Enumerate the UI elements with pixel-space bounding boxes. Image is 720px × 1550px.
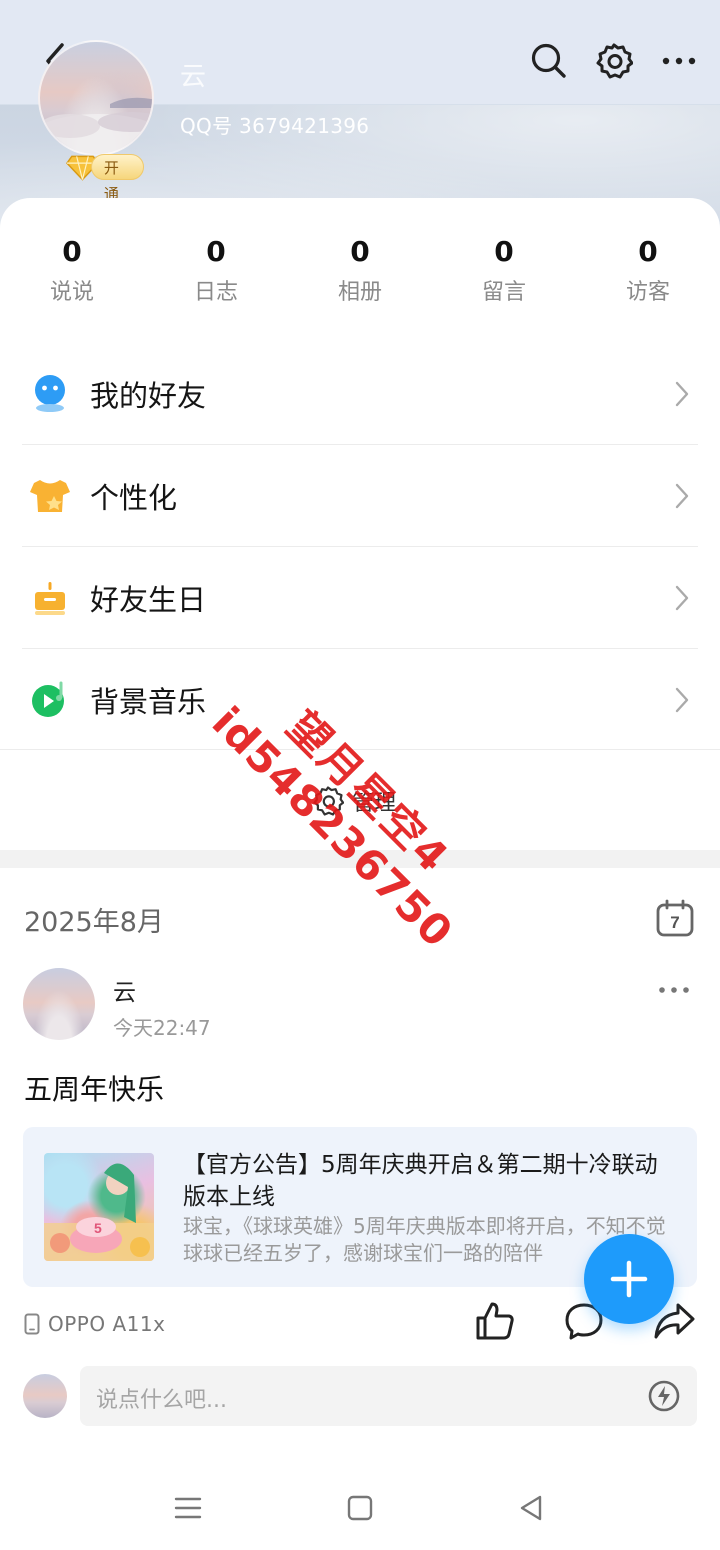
thumbs-up-icon bbox=[476, 1302, 514, 1340]
stat-label: 访客 bbox=[625, 280, 670, 305]
qq-number: QQ号 3679421396 bbox=[180, 114, 370, 138]
post-more-button[interactable] bbox=[650, 975, 698, 1005]
game-art-image: 5 bbox=[44, 1163, 154, 1261]
svg-text:5: 5 bbox=[94, 1220, 102, 1236]
stat-shuoshuo[interactable]: 0 说说 bbox=[0, 232, 144, 312]
post-text: 五周年快乐 bbox=[24, 1073, 165, 1106]
manage-button[interactable]: 管理 bbox=[312, 783, 396, 819]
gear-icon bbox=[313, 786, 344, 816]
calendar-day: 7 bbox=[670, 913, 679, 932]
feed-month-title: 2025年8月 bbox=[24, 907, 164, 938]
search-button[interactable] bbox=[524, 36, 574, 86]
menu-label: 我的好友 bbox=[90, 378, 207, 413]
menu-item-personalize[interactable]: 个性化 bbox=[22, 445, 698, 547]
plus-icon bbox=[610, 1260, 648, 1298]
stat-album[interactable]: 0 相册 bbox=[288, 232, 432, 312]
divider bbox=[0, 749, 720, 750]
post-author-avatar[interactable] bbox=[23, 968, 95, 1040]
stats-row: 0 说说 0 日志 0 相册 0 留言 0 访客 bbox=[0, 232, 720, 312]
shared-link-title: 【官方公告】5周年庆典开启＆第二期十冷联动版本上线 bbox=[183, 1152, 658, 1210]
music-icon bbox=[22, 672, 78, 728]
section-separator bbox=[0, 850, 720, 868]
more-button[interactable] bbox=[654, 36, 704, 86]
system-back-button[interactable] bbox=[516, 1492, 548, 1524]
manage-label: 管理 bbox=[352, 791, 397, 816]
menu-item-music[interactable]: 背景音乐 bbox=[22, 649, 698, 751]
calendar-icon: 7 bbox=[656, 899, 694, 937]
phone-icon bbox=[24, 1313, 40, 1335]
stat-value: 0 bbox=[62, 235, 82, 268]
menu-lines-icon bbox=[174, 1497, 202, 1519]
system-nav-bar bbox=[0, 1470, 720, 1550]
flash-emoji-icon bbox=[648, 1380, 680, 1412]
comment-placeholder: 说点什么吧... bbox=[96, 1388, 227, 1413]
stat-value: 0 bbox=[206, 235, 226, 268]
post-device: OPPO A11x bbox=[24, 1310, 165, 1338]
friends-icon bbox=[22, 366, 78, 422]
device-name: OPPO A11x bbox=[48, 1312, 166, 1336]
stat-label: 日志 bbox=[193, 280, 238, 305]
stat-label: 说说 bbox=[49, 280, 94, 305]
menu-label: 个性化 bbox=[90, 480, 178, 515]
post-timestamp: 今天22:47 bbox=[113, 1016, 211, 1040]
vip-open-label: 开通 bbox=[90, 154, 144, 203]
vip-open-badge[interactable]: 开通 bbox=[66, 150, 144, 203]
birthday-icon bbox=[22, 570, 78, 626]
stat-blog[interactable]: 0 日志 bbox=[144, 232, 288, 312]
profile-card: 0 说说 0 日志 0 相册 0 留言 0 访客 我的好友 个性化 好友生日 背… bbox=[0, 198, 720, 850]
avatar-cloud-sea-image bbox=[40, 97, 152, 154]
stat-label: 留言 bbox=[481, 280, 526, 305]
square-home-icon bbox=[347, 1495, 373, 1521]
comment-input[interactable]: 说点什么吧... bbox=[80, 1366, 697, 1426]
more-dots-icon bbox=[659, 987, 689, 993]
like-button[interactable] bbox=[474, 1300, 516, 1342]
personalize-icon bbox=[22, 468, 78, 524]
calendar-button[interactable]: 7 bbox=[655, 898, 695, 938]
profile-name: 云 bbox=[180, 62, 207, 92]
post-author-name[interactable]: 云 bbox=[113, 973, 136, 1007]
search-icon bbox=[531, 43, 566, 78]
chevron-right-icon bbox=[675, 585, 689, 611]
stat-value: 0 bbox=[350, 235, 370, 268]
stat-messages[interactable]: 0 留言 bbox=[432, 232, 576, 312]
profile-avatar[interactable] bbox=[38, 40, 154, 156]
gear-icon bbox=[596, 43, 633, 79]
stat-value: 0 bbox=[494, 235, 514, 268]
triangle-back-icon bbox=[520, 1495, 542, 1521]
emoji-button[interactable] bbox=[647, 1379, 681, 1413]
chevron-right-icon bbox=[675, 483, 689, 509]
stat-value: 0 bbox=[638, 235, 658, 268]
chevron-right-icon bbox=[675, 687, 689, 713]
menu-label: 背景音乐 bbox=[90, 685, 207, 719]
chevron-right-icon bbox=[675, 381, 689, 407]
stat-label: 相册 bbox=[337, 280, 382, 305]
menu-label: 好友生日 bbox=[90, 582, 207, 617]
settings-button[interactable] bbox=[589, 36, 639, 86]
menu-item-birthday[interactable]: 好友生日 bbox=[22, 547, 698, 649]
my-avatar bbox=[23, 1374, 67, 1418]
stat-visitors[interactable]: 0 访客 bbox=[576, 232, 720, 312]
home-button[interactable] bbox=[344, 1492, 376, 1524]
shared-link-thumbnail: 5 bbox=[44, 1153, 154, 1261]
create-post-fab[interactable] bbox=[584, 1234, 674, 1324]
profile-menu: 我的好友 个性化 好友生日 背景音乐 bbox=[22, 343, 698, 751]
recent-apps-button[interactable] bbox=[172, 1492, 204, 1524]
menu-item-friends[interactable]: 我的好友 bbox=[22, 343, 698, 445]
more-dots-icon bbox=[662, 57, 696, 65]
